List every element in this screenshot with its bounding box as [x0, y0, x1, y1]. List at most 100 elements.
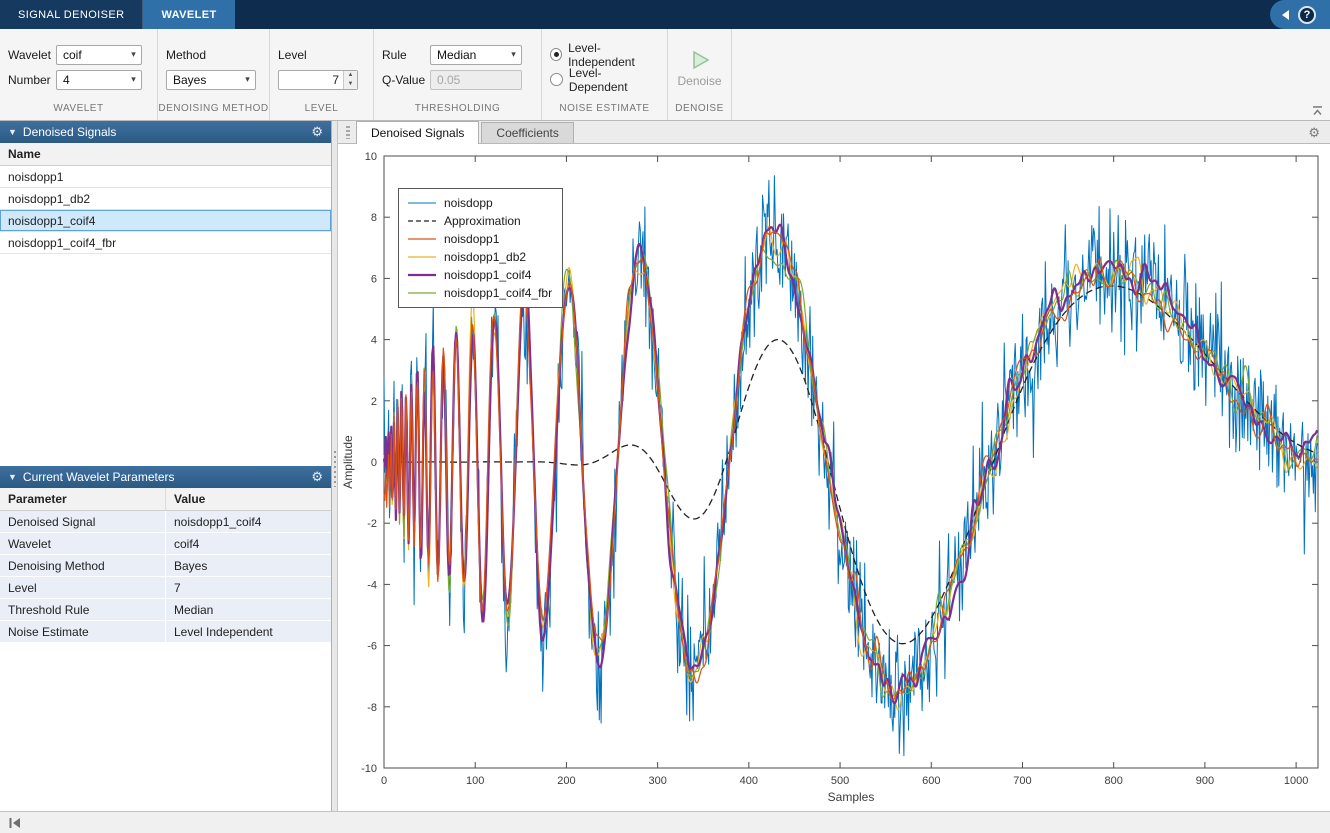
column-value: Value: [166, 488, 331, 510]
radio-level-independent[interactable]: Level-Independent: [550, 42, 659, 67]
signal-list-column-header: Name: [0, 143, 331, 166]
param-value: coif4: [166, 533, 331, 554]
gear-icon[interactable]: ⚙: [1308, 125, 1320, 141]
wavelet-dropdown-value: coif: [63, 48, 126, 62]
legend-label: noisdopp1: [444, 232, 499, 246]
parameters-empty-area: [0, 643, 331, 811]
table-row: Denoised Signal noisdopp1_coif4: [0, 511, 331, 533]
table-row: Noise Estimate Level Independent: [0, 621, 331, 643]
x-tick-label: 0: [381, 775, 387, 787]
panel-title: Denoised Signals: [23, 125, 305, 139]
param-value: noisdopp1_coif4: [166, 511, 331, 532]
play-icon: [689, 49, 711, 71]
signal-list-item[interactable]: noisdopp1_coif4_fbr: [0, 232, 331, 254]
chevron-down-icon: ▾: [126, 71, 141, 89]
legend-label: noisdopp1_coif4_fbr: [444, 286, 552, 300]
chevron-down-icon: ▾: [240, 71, 255, 89]
y-tick-label: -10: [361, 763, 377, 775]
tab-wavelet[interactable]: WAVELET: [143, 0, 234, 29]
legend-line-sample: [407, 270, 437, 280]
y-axis-label: Amplitude: [341, 435, 355, 489]
param-name: Threshold Rule: [0, 599, 166, 620]
tab-denoised-signals[interactable]: Denoised Signals: [356, 121, 479, 144]
statusbar: [0, 811, 1330, 833]
number-dropdown-value: 4: [63, 73, 126, 87]
toolbar-section-thresholding: Rule Median ▾ Q-Value 0.05 THRESHOLDING: [374, 29, 542, 120]
param-value: 7: [166, 577, 331, 598]
y-tick-label: -8: [367, 702, 377, 714]
gear-icon[interactable]: ⚙: [311, 469, 323, 485]
parameters-table-header: Parameter Value: [0, 488, 331, 511]
section-label-level: LEVEL: [270, 103, 373, 120]
wavelet-parameters-panel-header[interactable]: ▼ Current Wavelet Parameters ⚙: [0, 466, 331, 488]
section-label-denoising-method: DENOISING METHOD: [158, 103, 269, 120]
signal-list-item[interactable]: noisdopp1_db2: [0, 188, 331, 210]
denoise-button[interactable]: Denoise: [677, 49, 721, 88]
table-row: Level 7: [0, 577, 331, 599]
toolbar-section-noise-estimate: Level-Independent Level-Dependent NOISE …: [542, 29, 668, 120]
collapse-ribbon-icon[interactable]: [1311, 104, 1324, 117]
spin-up-icon[interactable]: ▲: [344, 71, 357, 80]
param-name: Denoised Signal: [0, 511, 166, 532]
number-dropdown[interactable]: 4 ▾: [56, 70, 142, 90]
section-label-noise-estimate: NOISE ESTIMATE: [542, 103, 667, 120]
level-value: 7: [279, 71, 343, 89]
wavelet-label: Wavelet: [8, 48, 56, 62]
collapse-left-icon[interactable]: [1282, 10, 1289, 20]
tab-signal-denoiser[interactable]: SIGNAL DENOISER: [0, 0, 143, 29]
level-spinner[interactable]: 7 ▲ ▼: [278, 70, 358, 90]
y-tick-label: 2: [371, 396, 377, 408]
wavelet-dropdown[interactable]: coif ▾: [56, 45, 142, 65]
legend-line-sample: [407, 234, 437, 244]
chevron-down-icon: ▾: [506, 46, 521, 64]
collapse-caret-icon: ▼: [8, 472, 17, 482]
y-tick-label: 0: [371, 457, 377, 469]
legend-line-sample: [407, 288, 437, 298]
rule-dropdown[interactable]: Median ▾: [430, 45, 522, 65]
column-parameter: Parameter: [0, 488, 166, 510]
section-label-thresholding: THRESHOLDING: [374, 103, 541, 120]
chevron-down-icon: ▾: [126, 46, 141, 64]
radio-level-independent-label: Level-Independent: [568, 41, 659, 69]
signal-list-item-selected[interactable]: noisdopp1_coif4: [0, 210, 331, 232]
wavelet-parameters-panel: ▼ Current Wavelet Parameters ⚙ Parameter…: [0, 466, 331, 811]
legend-label: noisdopp1_db2: [444, 250, 526, 264]
x-axis-label: Samples: [828, 790, 875, 804]
param-name: Level: [0, 577, 166, 598]
tab-coefficients[interactable]: Coefficients: [481, 122, 573, 143]
collapse-caret-icon: ▼: [8, 127, 17, 137]
toolbar-section-level: Level 7 ▲ ▼ LEVEL: [270, 29, 374, 120]
method-dropdown[interactable]: Bayes ▾: [166, 70, 256, 90]
param-name: Noise Estimate: [0, 621, 166, 642]
param-value: Bayes: [166, 555, 331, 576]
legend-label: noisdopp: [444, 196, 493, 210]
qvalue-input[interactable]: 0.05: [430, 70, 522, 90]
table-row: Denoising Method Bayes: [0, 555, 331, 577]
legend-entry: Approximation: [407, 212, 552, 230]
x-tick-label: 200: [557, 775, 575, 787]
x-tick-label: 800: [1105, 775, 1123, 787]
denoised-signals-panel-header[interactable]: ▼ Denoised Signals ⚙: [0, 121, 331, 143]
collapse-panel-icon[interactable]: [8, 817, 22, 829]
param-value: Median: [166, 599, 331, 620]
gear-icon[interactable]: ⚙: [311, 124, 323, 140]
legend-entry: noisdopp1_db2: [407, 248, 552, 266]
method-dropdown-value: Bayes: [173, 73, 240, 87]
legend-entry: noisdopp1: [407, 230, 552, 248]
y-tick-label: -2: [367, 518, 377, 530]
y-tick-label: 8: [371, 212, 377, 224]
signal-list-item[interactable]: noisdopp1: [0, 166, 331, 188]
plot-legend: noisdopp Approximation noisdopp1 noisdopp1_…: [398, 188, 563, 308]
spin-down-icon[interactable]: ▼: [344, 80, 357, 89]
help-pill: ?: [1270, 0, 1330, 29]
document-tabbar: Denoised Signals Coefficients ⚙: [338, 121, 1330, 144]
signal-list-empty-area: [0, 254, 331, 466]
radio-level-dependent[interactable]: Level-Dependent: [550, 67, 659, 92]
param-value: Level Independent: [166, 621, 331, 642]
drag-grip-icon: [346, 126, 350, 139]
denoised-signals-panel: ▼ Denoised Signals ⚙ Name noisdopp1 nois…: [0, 121, 331, 466]
help-icon[interactable]: ?: [1298, 6, 1316, 24]
y-tick-label: -4: [367, 579, 377, 591]
section-label-denoise: DENOISE: [668, 103, 731, 120]
left-panel: ▼ Denoised Signals ⚙ Name noisdopp1 nois…: [0, 121, 332, 811]
